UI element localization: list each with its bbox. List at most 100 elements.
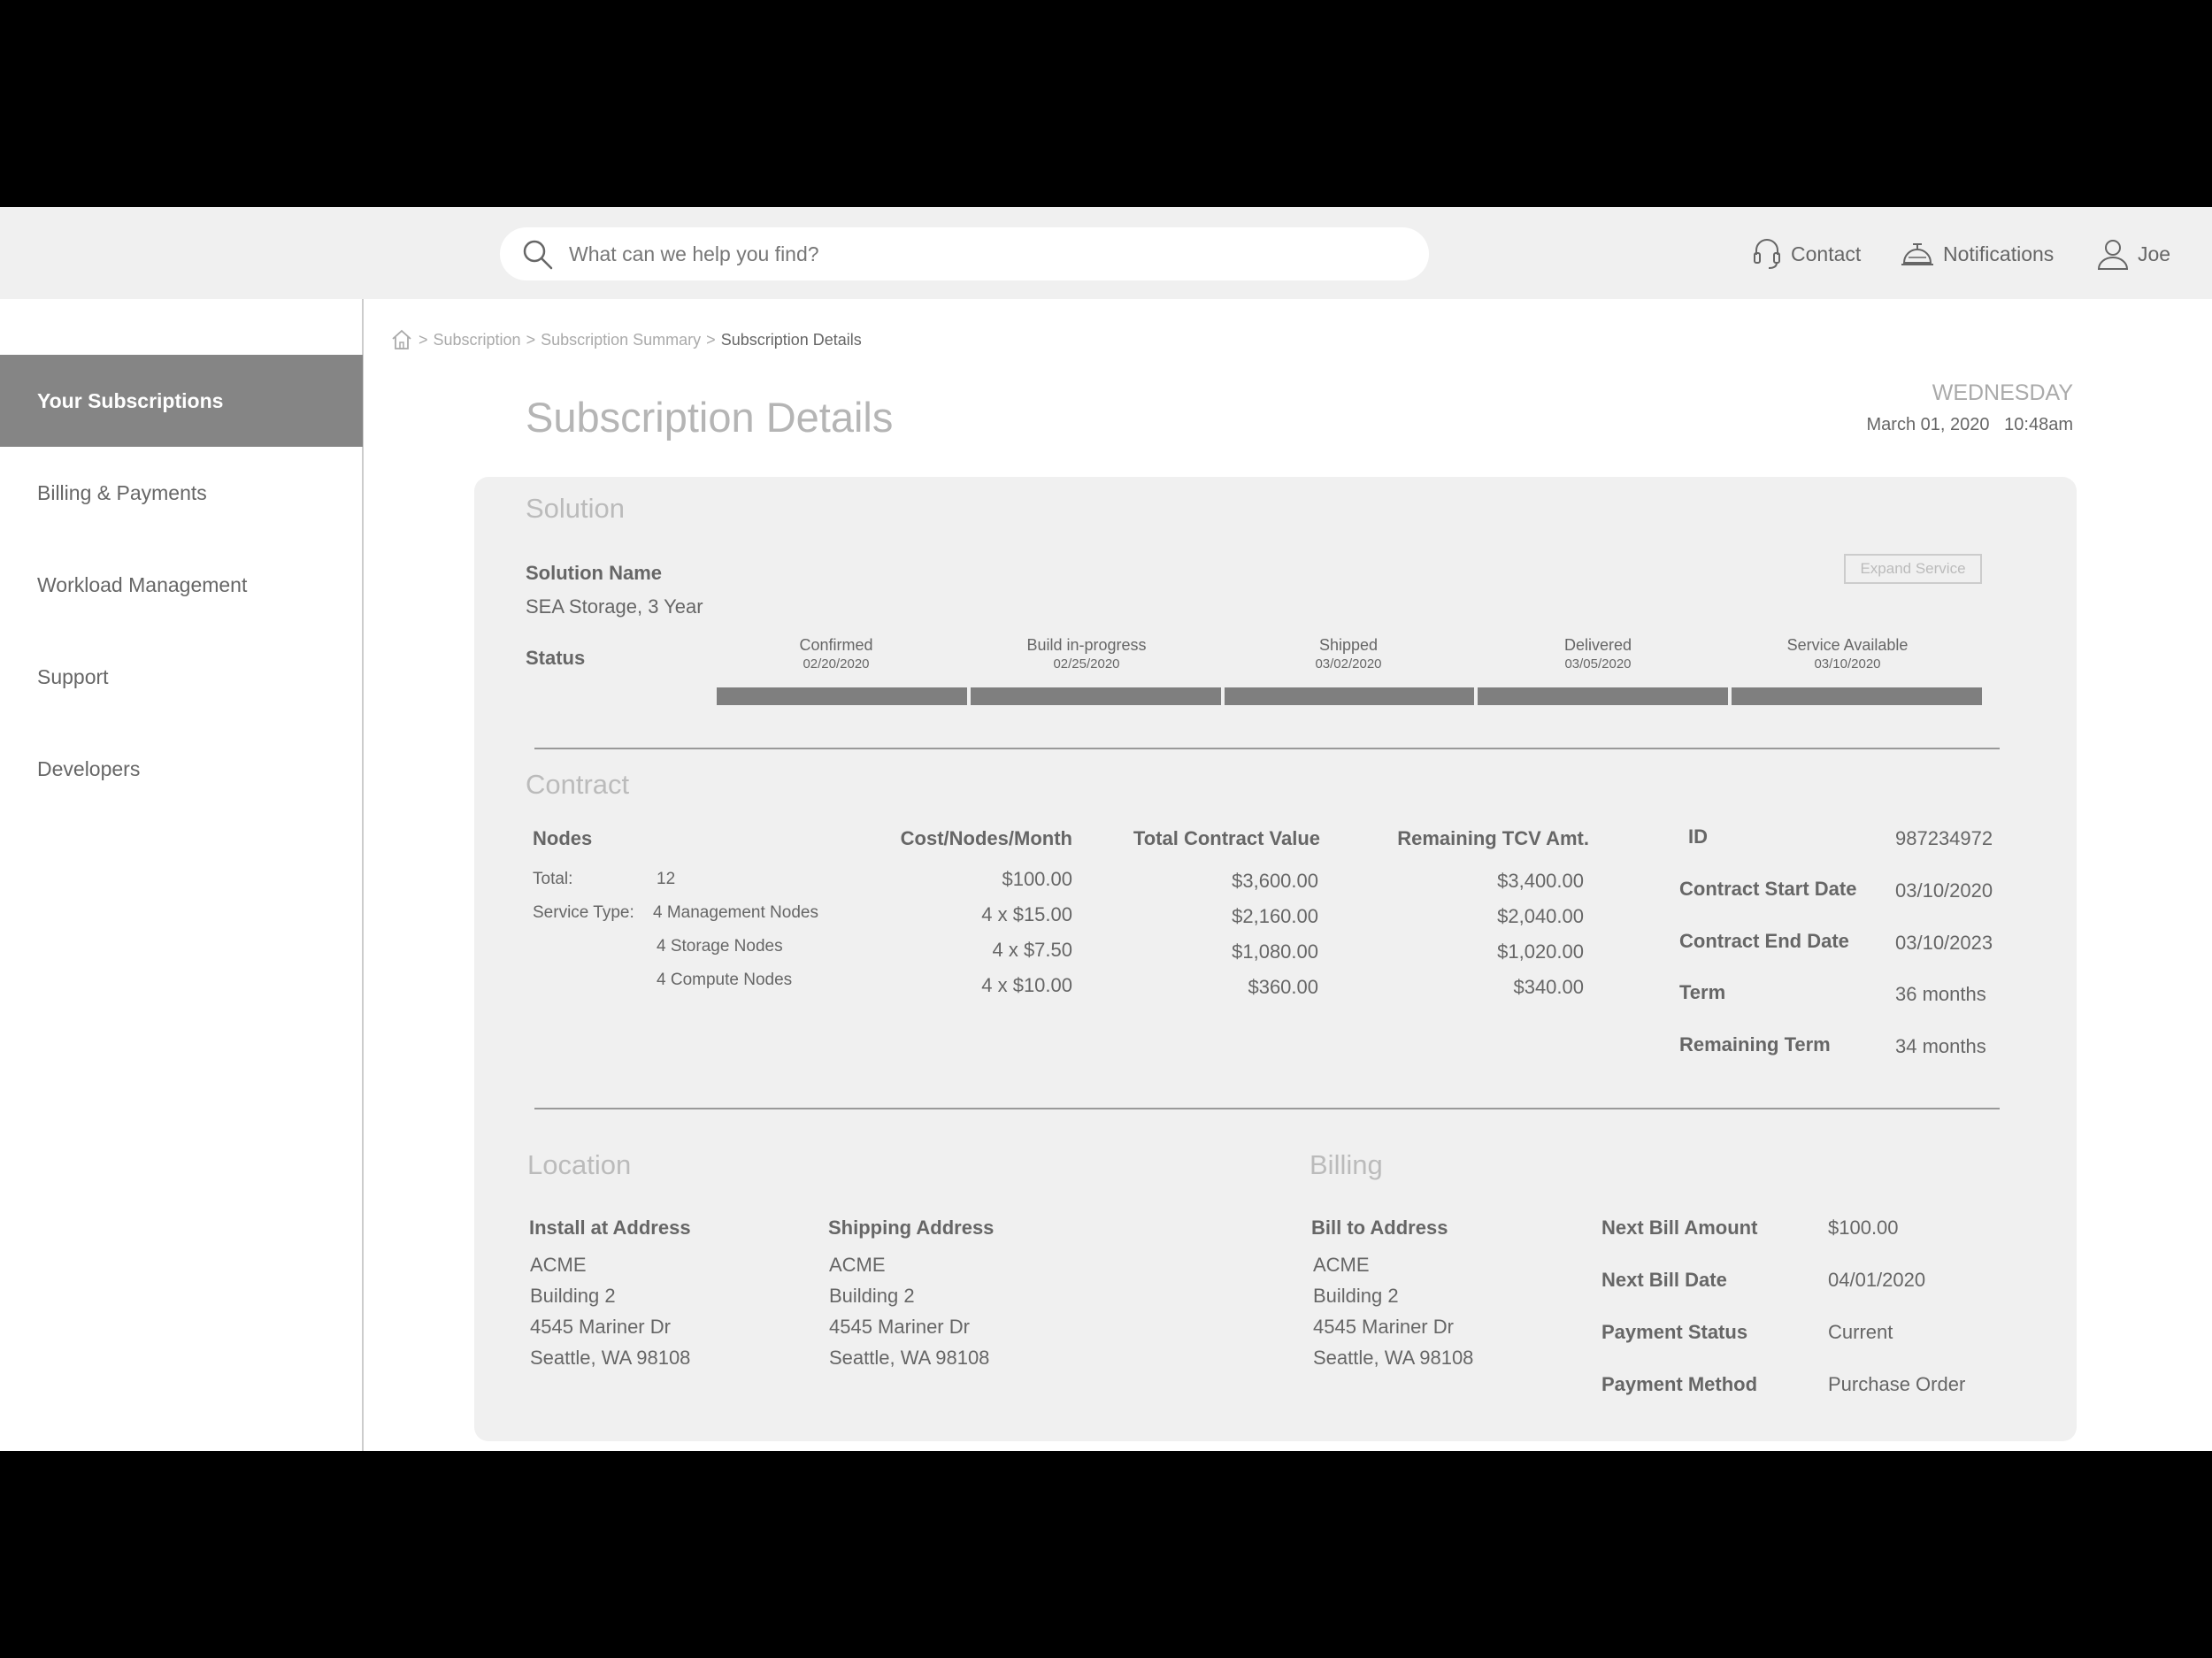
search-input[interactable]: [569, 236, 1401, 272]
cost-cell: 4 x $7.50: [992, 939, 1072, 961]
sidebar-item-label: Developers: [37, 756, 141, 780]
contract-section-title: Contract: [526, 769, 630, 800]
nodes-header: Nodes: [533, 827, 593, 849]
address-line: Seattle, WA 98108: [1313, 1347, 1474, 1369]
total-value: 12: [657, 870, 676, 888]
contract-start-label: Contract Start Date: [1679, 878, 1857, 900]
expand-service-button[interactable]: Expand Service: [1844, 554, 1982, 584]
date-time: March 01, 2020 10:48am: [1867, 415, 2074, 435]
contract-id-label: ID: [1688, 825, 1708, 848]
tcv-header: Total Contract Value: [1133, 827, 1320, 849]
top-header: Contact Notifications Joe: [0, 207, 2212, 299]
stage-label: Confirmed: [799, 636, 873, 654]
app-screen: Contact Notifications Joe Your Subscript…: [0, 207, 2212, 1451]
user-icon: [2097, 240, 2129, 270]
breadcrumb-separator: >: [526, 330, 536, 349]
tcv-cell: $2,160.00: [1232, 905, 1318, 927]
sidebar-item-support[interactable]: Support: [0, 631, 363, 723]
status-segment: [1478, 687, 1729, 705]
sidebar-item-workload-management[interactable]: Workload Management: [0, 539, 363, 631]
solution-name-value: SEA Storage, 3 Year: [526, 595, 703, 618]
address-line: 4545 Mariner Dr: [829, 1316, 970, 1338]
address-line: ACME: [530, 1254, 587, 1276]
page-title: Subscription Details: [526, 394, 894, 441]
details-panel: Solution Solution Name SEA Storage, 3 Ye…: [474, 477, 2077, 1441]
address-line: 4545 Mariner Dr: [1313, 1316, 1454, 1338]
sidebar-item-label: Your Subscriptions: [37, 388, 224, 412]
total-label: Total:: [533, 870, 573, 888]
node-row: 4 Storage Nodes: [657, 937, 783, 956]
sidebar-item-your-subscriptions[interactable]: Your Subscriptions: [0, 355, 363, 447]
remaining-term-value: 34 months: [1895, 1035, 1986, 1057]
home-icon[interactable]: [390, 329, 413, 350]
status-segment: [1732, 687, 1982, 705]
headset-icon: [1754, 239, 1780, 269]
remaining-tcv-cell: $2,040.00: [1497, 905, 1584, 927]
address-line: ACME: [1313, 1254, 1370, 1276]
address-line: ACME: [829, 1254, 886, 1276]
shipping-address-label: Shipping Address: [828, 1217, 995, 1239]
sidebar-nav: Your Subscriptions Billing & Payments Wo…: [0, 299, 364, 1451]
status-segment: [1224, 687, 1475, 705]
search-bar[interactable]: [500, 227, 1429, 280]
status-progress-track: [717, 687, 1982, 705]
payment-status-label: Payment Status: [1601, 1321, 1748, 1343]
date-display: WEDNESDAY March 01, 2020 10:48am: [1867, 380, 2074, 435]
notifications-link[interactable]: Notifications: [1901, 235, 2054, 272]
contract-id-value: 987234972: [1895, 827, 1993, 849]
user-menu[interactable]: Joe: [2097, 235, 2170, 272]
contract-end-label: Contract End Date: [1679, 930, 1849, 952]
next-bill-amount-label: Next Bill Amount: [1601, 1217, 1758, 1239]
contract-start-value: 03/10/2020: [1895, 879, 1993, 902]
install-address-label: Install at Address: [529, 1217, 691, 1239]
breadcrumb-subscription-summary[interactable]: Subscription Summary: [541, 331, 701, 349]
remaining-tcv-cell: $340.00: [1513, 976, 1584, 998]
time: 10:48am: [2004, 415, 2073, 434]
payment-method-value: Purchase Order: [1828, 1373, 1966, 1395]
stage-label: Service Available: [1786, 636, 1909, 654]
location-section-title: Location: [527, 1149, 632, 1180]
breadcrumb: > Subscription > Subscription Summary > …: [390, 329, 862, 350]
bell-icon: [1901, 243, 1933, 265]
solution-name-label: Solution Name: [526, 562, 663, 584]
contact-label: Contact: [1791, 242, 1862, 265]
sidebar-item-label: Workload Management: [37, 572, 248, 596]
search-icon: [523, 240, 553, 270]
status-segment: [970, 687, 1221, 705]
breadcrumb-separator: >: [419, 330, 428, 349]
remaining-tcv-cell: $1,020.00: [1497, 940, 1584, 963]
contract-end-value: 03/10/2023: [1895, 932, 1993, 954]
sidebar-item-label: Billing & Payments: [37, 480, 207, 504]
service-type-label: Service Type:: [533, 903, 634, 922]
section-divider: [534, 1108, 2000, 1109]
sidebar-item-billing-payments[interactable]: Billing & Payments: [0, 447, 363, 539]
address-line: 4545 Mariner Dr: [530, 1316, 671, 1338]
sidebar-item-developers[interactable]: Developers: [0, 723, 363, 815]
cost-cell: $100.00: [1002, 868, 1072, 890]
cost-header: Cost/Nodes/Month: [900, 827, 1072, 849]
address-line: Building 2: [829, 1285, 915, 1307]
address-line: Seattle, WA 98108: [829, 1347, 990, 1369]
next-bill-amount-value: $100.00: [1828, 1217, 1899, 1239]
status-label: Status: [526, 647, 586, 669]
stage-label: Delivered: [1563, 636, 1632, 654]
tcv-cell: $1,080.00: [1232, 940, 1318, 963]
contact-link[interactable]: Contact: [1752, 235, 1861, 272]
letterbox-bottom: [0, 1451, 2212, 1658]
address-line: Seattle, WA 98108: [530, 1347, 691, 1369]
bill-to-address-label: Bill to Address: [1311, 1217, 1448, 1239]
remaining-tcv-header: Remaining TCV Amt.: [1397, 827, 1589, 849]
breadcrumb-subscription[interactable]: Subscription: [434, 331, 521, 349]
sidebar-item-label: Support: [37, 664, 109, 688]
section-divider: [534, 748, 2000, 749]
cost-cell: 4 x $15.00: [981, 903, 1072, 925]
remaining-tcv-cell: $3,400.00: [1497, 870, 1584, 892]
stage-label: Shipped: [1318, 636, 1379, 654]
solution-section-title: Solution: [526, 493, 626, 524]
stage-date: 03/02/2020: [1315, 656, 1382, 672]
next-bill-date-label: Next Bill Date: [1601, 1269, 1727, 1291]
stage-date: 02/25/2020: [1053, 656, 1120, 672]
next-bill-date-value: 04/01/2020: [1828, 1269, 1926, 1291]
notifications-label: Notifications: [1943, 242, 2055, 265]
stage-date: 03/05/2020: [1564, 656, 1632, 672]
